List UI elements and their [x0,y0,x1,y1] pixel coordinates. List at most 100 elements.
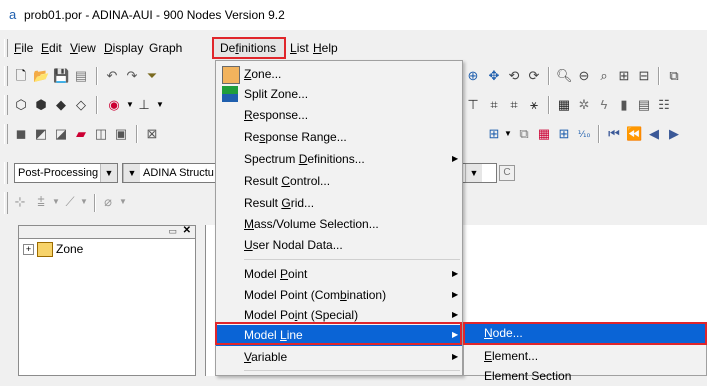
toolbar-grip[interactable] [4,124,8,144]
menu-item-response-range[interactable]: Response Range... [216,127,462,147]
menu-item-result-grid[interactable]: Result Grid... [216,193,462,213]
band-icon[interactable]: ▰ [73,126,89,142]
new-file-icon[interactable]: 🗋 [13,68,29,84]
redo-icon[interactable]: ↷ [124,68,140,84]
menu-graph[interactable]: Graph [149,40,182,56]
zoom-out-icon[interactable]: ⊖ [576,68,592,84]
band-2-icon[interactable]: ▦ [536,126,552,142]
tree-expand-icon[interactable]: + [23,244,34,255]
menu-file[interactable]: File [14,40,33,56]
play-icon[interactable]: ▶ [666,126,682,142]
menu-item-response[interactable]: Response... [216,105,462,125]
structure-combo-value: ADINA Structu [143,167,214,179]
solid-icon[interactable]: ◆ [53,97,69,113]
menu-view[interactable]: View [70,40,96,56]
menu-help[interactable]: Help [313,40,338,56]
boundary-2-icon[interactable]: ⌗ [506,97,522,113]
shade-4-icon[interactable]: ◫ [93,126,109,142]
menu-item-zone[interactable]: Zone... [216,64,462,84]
first-frame-icon[interactable]: ⏮ [606,126,622,142]
marker-icon[interactable]: ⌀ [100,194,116,210]
menu-definitions[interactable]: Definitions [220,40,276,56]
color-icon[interactable]: ◉ [106,97,122,113]
menu-item-model-point-combination[interactable]: Model Point (Combination) ▶ [216,285,462,305]
scale-icon[interactable]: ⅒ [576,126,592,142]
spring-icon[interactable]: ϟ [596,97,612,113]
save-as-icon[interactable]: ▤ [73,68,89,84]
menu-display[interactable]: Display [104,40,143,56]
tree-item-zone[interactable]: Zone [56,242,83,256]
line-icon[interactable]: ⊤ [465,97,481,113]
pick-icon[interactable]: ⊕ [465,68,481,84]
frame-2-icon[interactable]: ▣ [113,126,129,142]
structure-combo[interactable]: ▼ ADINA Structu [122,163,217,183]
menu-item-split-zone[interactable]: Split Zone... [216,84,462,104]
move-icon[interactable]: ✥ [486,68,502,84]
prev-frame-icon[interactable]: ◀ [646,126,662,142]
zoom-in-icon[interactable]: 🔍︎ [556,68,573,84]
funnel-icon[interactable]: ⏷ [144,68,160,84]
label-icon[interactable]: ⩲ [33,194,49,210]
structure-combo-tail[interactable]: ▼ [463,163,497,183]
star-icon[interactable]: ✲ [576,97,592,113]
list-icon[interactable]: ☷ [656,97,672,113]
chevron-down-icon[interactable]: ▼ [465,164,482,182]
menu-edit[interactable]: Edit [41,40,62,56]
chevron-down-icon[interactable]: ▼ [123,164,140,182]
zone-icon [222,66,240,84]
chevron-down-icon[interactable]: ▼ [152,97,168,113]
shade-icon[interactable]: ◼ [13,126,29,142]
toolbar-grip[interactable] [4,95,8,115]
menu-item-user-nodal-data[interactable]: User Nodal Data... [216,235,462,255]
menu-list[interactable]: List [290,40,309,56]
load-icon[interactable]: ⚹ [526,97,542,113]
element-icon[interactable]: ▮ [616,97,632,113]
rewind-icon[interactable]: ⏪ [626,126,642,142]
submenu-item-element[interactable]: Element... [464,346,706,366]
toolbar-grip[interactable] [4,192,8,214]
boundary-icon[interactable]: ⌗ [486,97,502,113]
rotate-icon[interactable]: ⟲ [506,68,522,84]
model-tree-header: ▭ ✕ [18,225,196,239]
chevron-down-icon[interactable]: ▼ [115,194,131,210]
mesh-icon[interactable]: ⬢ [33,97,49,113]
fit-icon[interactable]: ⊞ [616,68,632,84]
frame-icon[interactable]: ⊟ [636,68,652,84]
panel-minimize-icon[interactable]: ▭ [168,226,177,237]
shade-3-icon[interactable]: ◪ [53,126,69,142]
menubar-grip[interactable] [4,39,8,57]
table-icon[interactable]: ▤ [636,97,652,113]
toolbar-separator [548,96,550,114]
menu-item-mass-volume-selection[interactable]: Mass/Volume Selection... [216,214,462,234]
grid-2-icon[interactable]: ⊞ [556,126,572,142]
copy-2-icon[interactable]: ⧉ [516,126,532,142]
chevron-down-icon[interactable]: ▼ [76,194,92,210]
close-icon[interactable]: ✕ [183,225,191,236]
undo-icon[interactable]: ↶ [104,68,120,84]
save-icon[interactable]: 💾 [53,68,69,84]
toolbar-separator [136,125,138,143]
open-folder-icon[interactable]: 📂 [33,68,49,84]
wire-icon[interactable]: ◇ [73,97,89,113]
toolbar-grip[interactable] [4,162,8,184]
mode-combo[interactable]: Post-Processing ▼ [14,163,118,183]
menu-item-spectrum-definitions[interactable]: Spectrum Definitions... ▶ [216,149,462,169]
grid-icon[interactable]: ▦ [556,97,572,113]
chevron-down-icon[interactable]: ▼ [100,164,117,182]
copy-icon[interactable]: ⧉ [666,68,682,84]
shade-2-icon[interactable]: ◩ [33,126,49,142]
c-button-icon[interactable]: C [499,165,515,181]
menu-item-model-point[interactable]: Model Point ▶ [216,264,462,284]
axes-icon[interactable]: ⊥ [136,97,152,113]
rotate-2-icon[interactable]: ⟳ [526,68,542,84]
zoom-box-icon[interactable]: ⌕ [596,68,612,84]
submenu-arrow-icon: ▶ [452,290,459,299]
toolbar-grip[interactable] [4,66,8,86]
chevron-down-icon[interactable]: ▼ [500,126,516,142]
select-icon[interactable]: ⊹ [12,194,28,210]
submenu-item-element-section[interactable]: Element Section [464,366,706,386]
clear-icon[interactable]: ⊠ [144,126,160,142]
menu-item-result-control[interactable]: Result Control... [216,171,462,191]
menu-item-variable[interactable]: Variable ▶ [216,347,462,367]
geometry-icon[interactable]: ⬡ [13,97,29,113]
